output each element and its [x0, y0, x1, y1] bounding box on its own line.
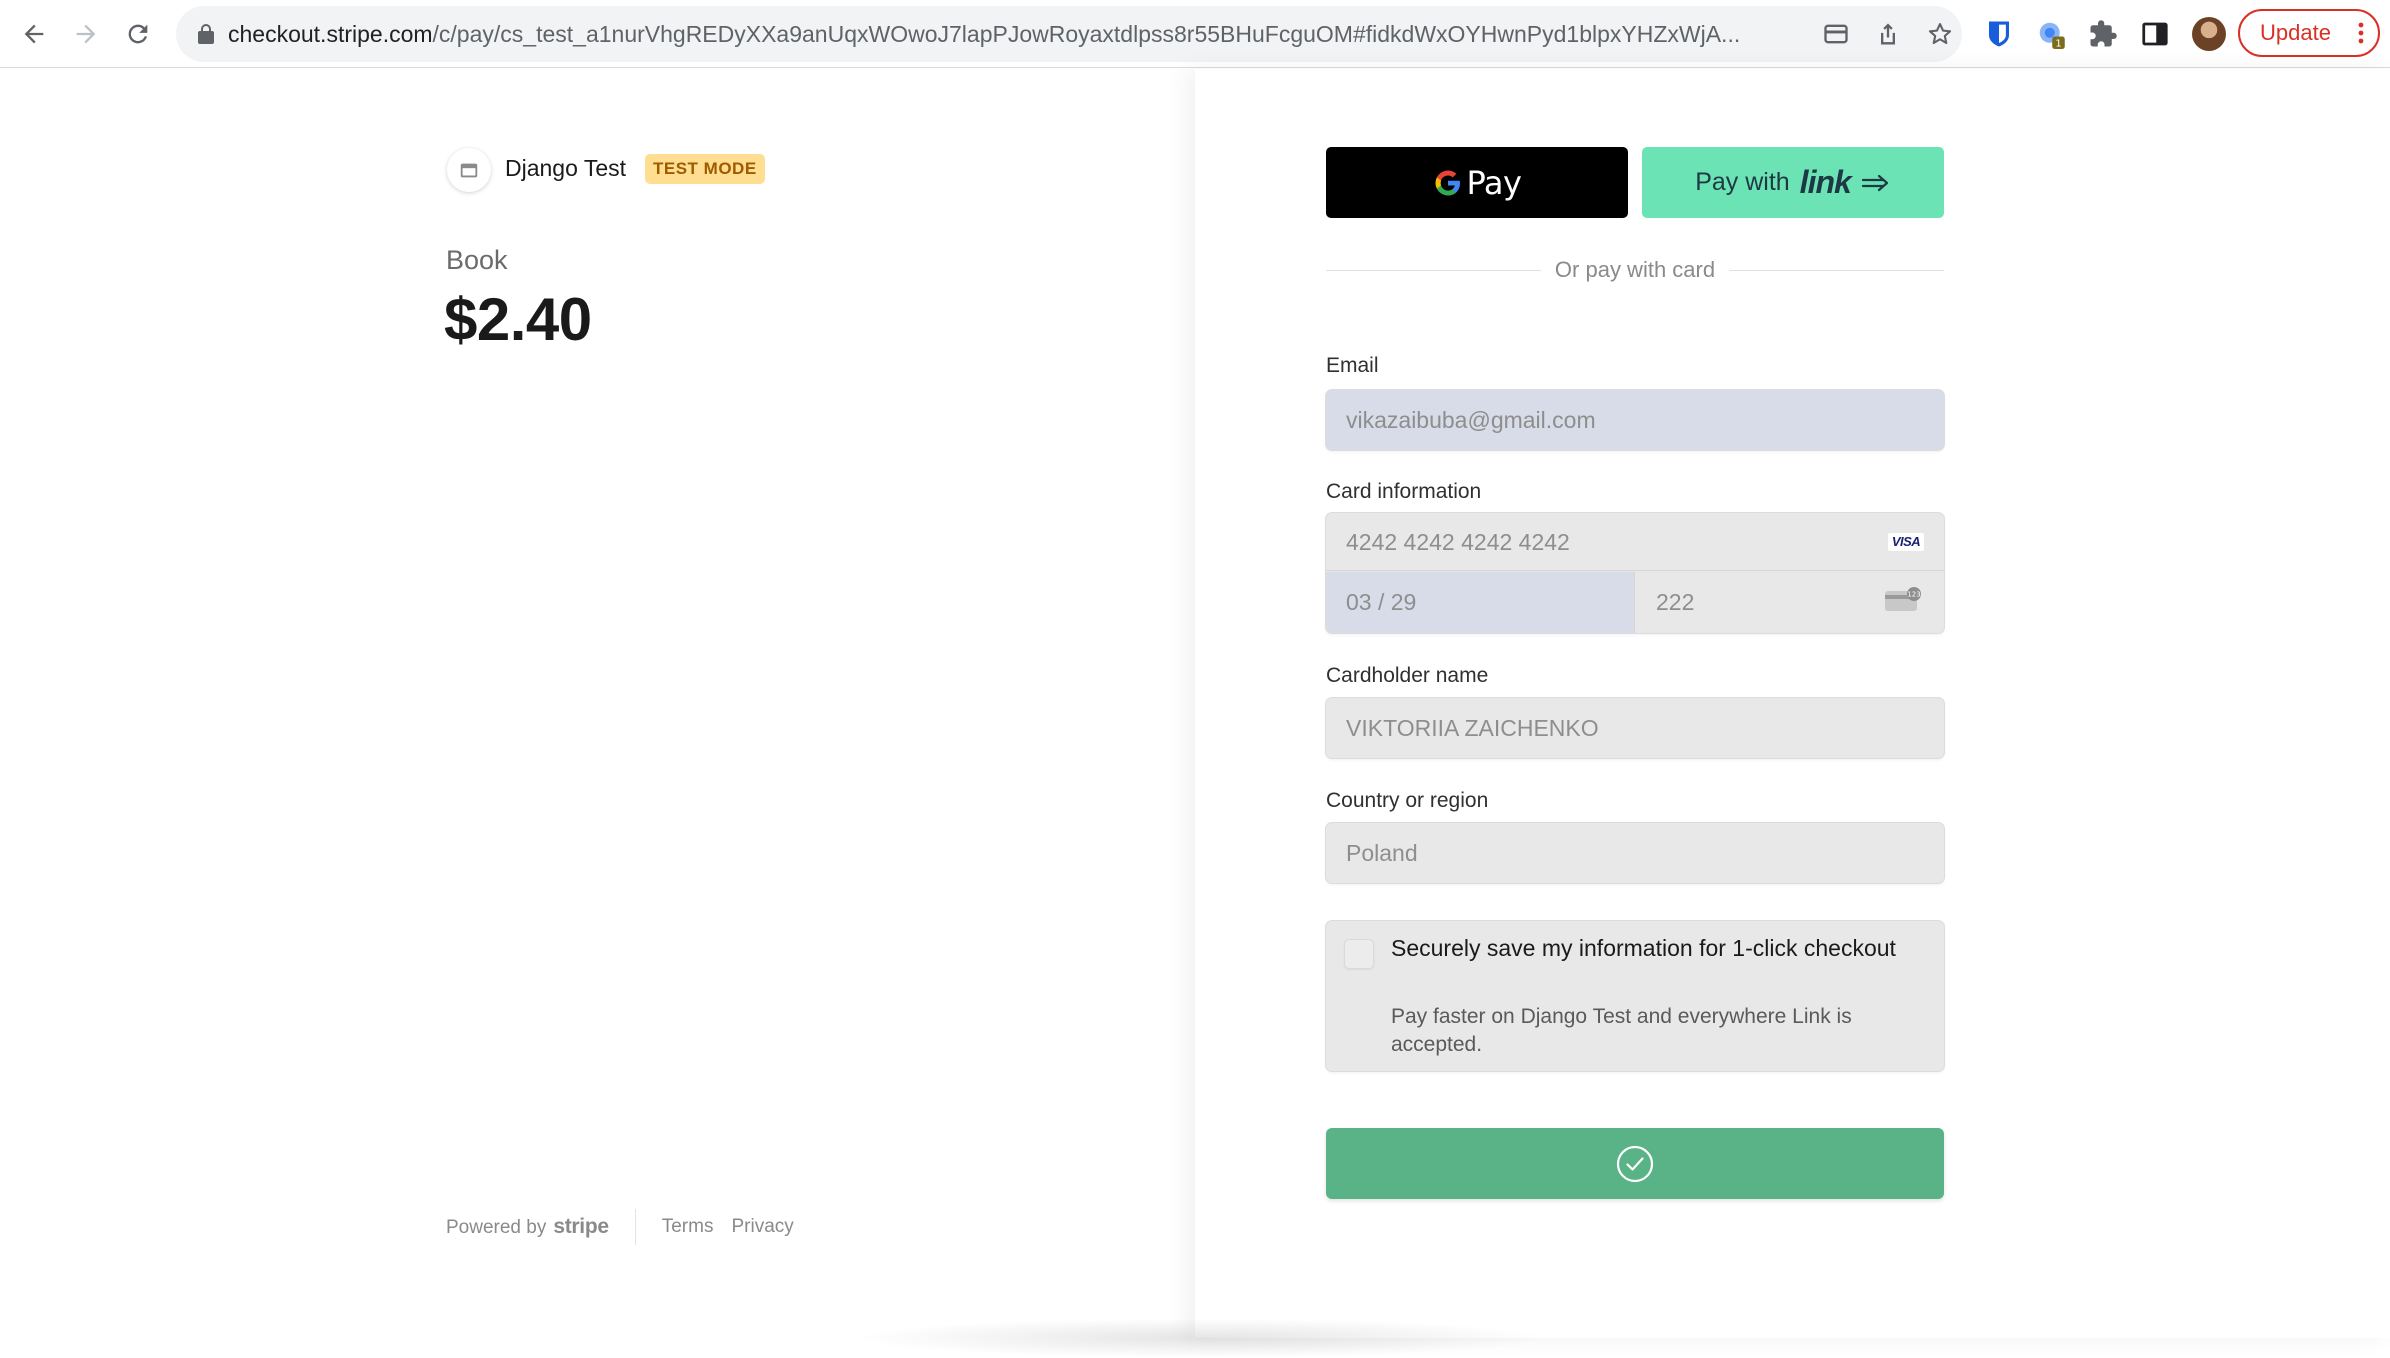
forward-button[interactable]	[66, 14, 106, 54]
star-icon[interactable]	[1926, 20, 1954, 48]
url-text[interactable]: checkout.stripe.com/c/pay/cs_test_a1nurV…	[228, 6, 1816, 62]
update-button[interactable]: Update	[2238, 9, 2380, 57]
country-select[interactable]: Poland	[1326, 823, 1944, 883]
footer: Powered by stripe Terms Privacy	[446, 1209, 812, 1245]
footer-divider	[634, 1209, 636, 1245]
google-pay-label: Pay	[1466, 163, 1522, 202]
order-summary: Django Test TEST MODE Book $2.40 Powered…	[0, 69, 1195, 1338]
forward-icon	[76, 24, 96, 44]
email-field[interactable]: vikazaibuba@gmail.com	[1326, 390, 1944, 450]
save-info-checkbox[interactable]	[1344, 939, 1374, 969]
merchant-logo[interactable]	[447, 148, 491, 192]
card-cvc-field[interactable]: 222 123	[1636, 572, 1944, 633]
pay-with-link-button[interactable]: Pay with link	[1642, 147, 1944, 218]
puzzle-icon[interactable]	[2086, 17, 2120, 51]
store-icon	[460, 163, 478, 178]
check-circle-icon	[1616, 1145, 1654, 1182]
test-mode-badge: TEST MODE	[645, 154, 765, 184]
email-label: Email	[1326, 354, 1379, 377]
privacy-link[interactable]: Privacy	[731, 1216, 793, 1238]
link-save-info-box[interactable]: Securely save my information for 1-click…	[1326, 921, 1944, 1071]
pay-button[interactable]	[1326, 1128, 1944, 1199]
card-icon[interactable]	[1822, 20, 1850, 48]
card-number-value: 4242 4242 4242 4242	[1346, 529, 1570, 555]
link-logo: link	[1799, 164, 1852, 200]
browser-toolbar: checkout.stripe.com/c/pay/cs_test_a1nurV…	[0, 0, 2390, 68]
avatar[interactable]	[2192, 17, 2226, 51]
bottom-shadow	[850, 1318, 1550, 1358]
url-path: /c/pay/cs_test_a1nurVhgREDyXXa9anUqxWOwo…	[432, 21, 1741, 47]
or-divider: Or pay with card	[1326, 255, 1945, 285]
card-information-label: Card information	[1326, 480, 1482, 503]
product-price: $2.40	[444, 286, 592, 353]
sidepanel-icon[interactable]	[2138, 17, 2172, 51]
google-g-icon	[1435, 170, 1460, 196]
extension-badge: 1	[2055, 39, 2061, 50]
address-bar[interactable]: checkout.stripe.com/c/pay/cs_test_a1nurV…	[176, 6, 1962, 62]
back-button[interactable]	[14, 14, 54, 54]
stripe-logo: stripe	[553, 1215, 609, 1238]
lock-icon[interactable]	[194, 22, 218, 46]
save-info-title: Securely save my information for 1-click…	[1391, 935, 1896, 961]
share-icon[interactable]	[1874, 20, 1902, 48]
terms-link[interactable]: Terms	[662, 1216, 714, 1238]
product-name: Book	[446, 245, 508, 275]
cardholder-name-field[interactable]: VIKTORIIA ZAICHENKO	[1326, 698, 1944, 758]
pay-with-label: Pay with	[1695, 168, 1790, 196]
reload-icon	[128, 24, 148, 44]
extension-icon[interactable]: 1	[2034, 17, 2068, 51]
payment-panel: Pay Pay with link Or pay with card Email…	[1195, 69, 2390, 1338]
or-pay-with-card: Or pay with card	[1554, 257, 1716, 282]
svg-text:123: 123	[1907, 591, 1920, 599]
cardholder-name-label: Cardholder name	[1326, 664, 1489, 687]
visa-icon: VISA	[1888, 533, 1924, 551]
update-label: Update	[2260, 20, 2331, 45]
card-number-field[interactable]: 4242 4242 4242 4242 VISA	[1326, 513, 1944, 571]
powered-by-label: Powered by	[446, 1217, 547, 1238]
reload-button[interactable]	[118, 14, 158, 54]
powered-by-stripe[interactable]: Powered by stripe	[446, 1215, 609, 1239]
card-expiry-field[interactable]: 03 / 29	[1326, 572, 1635, 633]
card-information-group: 4242 4242 4242 4242 VISA 03 / 29 222 123	[1326, 513, 1944, 633]
country-label: Country or region	[1326, 789, 1489, 812]
url-host: checkout.stripe.com	[228, 21, 433, 47]
card-cvc-value: 222	[1656, 589, 1695, 615]
more-icon	[2358, 22, 2364, 44]
google-pay-button[interactable]: Pay	[1326, 147, 1628, 218]
save-info-description: Pay faster on Django Test and everywhere…	[1391, 1005, 1852, 1056]
bitwarden-icon[interactable]	[1982, 17, 2016, 51]
back-icon	[24, 24, 44, 44]
arrow-right-icon	[1861, 174, 1888, 191]
cvc-card-icon: 123	[1885, 587, 1921, 611]
merchant-name[interactable]: Django Test	[505, 155, 626, 182]
